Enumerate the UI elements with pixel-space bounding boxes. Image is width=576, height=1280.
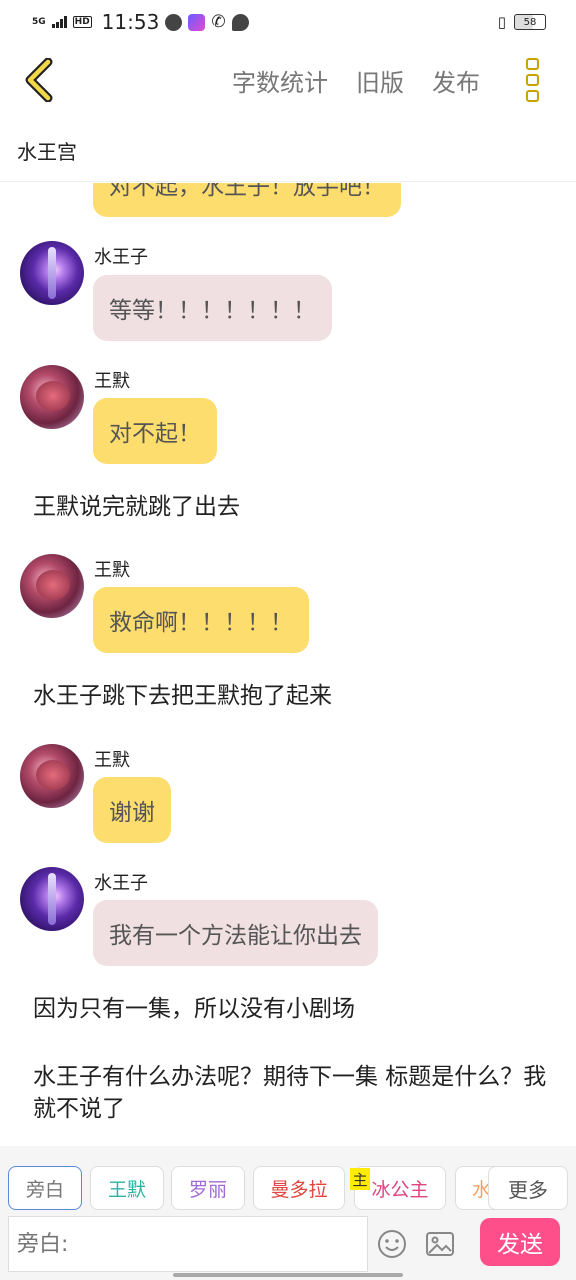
sender-name: 王默 xyxy=(94,560,130,581)
role-label: 旁白 xyxy=(25,1178,64,1201)
vibrate-icon: ▯ xyxy=(497,13,506,31)
role-label: 曼多拉 xyxy=(270,1178,328,1201)
chat-editor-screen: 5G HD 11:53 ✆ ▯ 58 字数统计 旧版 发布 水王宫 对不起，水王… xyxy=(0,0,576,1280)
top-bar: 字数统计 旧版 发布 xyxy=(0,44,576,116)
message-bubble[interactable]: 等等！！！！！！！ xyxy=(93,275,332,341)
input-bar: 发送 xyxy=(0,1214,576,1280)
role-chip-luoli[interactable]: 罗丽 xyxy=(171,1166,245,1210)
more-roles-button[interactable]: 更多 xyxy=(488,1166,568,1210)
word-count-button[interactable]: 字数统计 xyxy=(232,63,328,98)
chat-list[interactable]: 对不起，水王子！放手吧！ 水王子 等等！！！！！！！ 王默 对不起！ 王默说完就… xyxy=(0,183,576,1145)
compass-icon xyxy=(165,13,183,31)
emoji-icon[interactable] xyxy=(376,1228,408,1260)
avatar[interactable] xyxy=(20,241,84,305)
sender-name: 水王子 xyxy=(94,247,148,268)
role-label: 冰公主 xyxy=(371,1178,429,1201)
network-type: 5G xyxy=(32,16,46,27)
message-bubble[interactable]: 谢谢 xyxy=(93,777,171,843)
status-bar: 5G HD 11:53 ✆ ▯ 58 xyxy=(0,0,576,44)
clock: 11:53 xyxy=(101,10,160,34)
message-bubble[interactable]: 救命啊！！！！！ xyxy=(93,587,309,653)
sender-name: 王默 xyxy=(94,371,130,392)
signal-icon xyxy=(51,16,67,28)
narration-text[interactable]: 水王子有什么办法呢？期待下一集 标题是什么？我就不说了 xyxy=(33,1061,553,1125)
message-input[interactable] xyxy=(8,1216,368,1272)
message-icon xyxy=(231,13,249,31)
header-actions: 字数统计 旧版 发布 xyxy=(232,44,480,116)
battery-icon: 58 xyxy=(514,14,546,30)
message-bubble[interactable]: 对不起，水王子！放手吧！ xyxy=(93,183,401,217)
narration-text[interactable]: 水王子跳下去把王默抱了起来 xyxy=(33,680,553,712)
role-selector: 旁白 王默 罗丽 曼多拉 冰公主 主 水 更多 xyxy=(0,1146,576,1214)
role-chip-mandora[interactable]: 曼多拉 xyxy=(253,1166,345,1210)
role-label: 王默 xyxy=(107,1178,146,1201)
sender-name: 水王子 xyxy=(94,873,148,894)
home-indicator[interactable] xyxy=(173,1273,403,1277)
main-role-badge: 主 xyxy=(350,1168,370,1190)
send-button[interactable]: 发送 xyxy=(480,1218,560,1266)
image-icon[interactable] xyxy=(424,1228,456,1260)
hd-badge: HD xyxy=(72,16,92,28)
avatar[interactable] xyxy=(20,744,84,808)
more-menu-icon[interactable] xyxy=(526,58,540,102)
room-title: 水王宫 xyxy=(17,140,77,164)
role-label: 罗丽 xyxy=(188,1178,227,1201)
message-bubble[interactable]: 对不起！ xyxy=(93,398,217,464)
video-app-icon xyxy=(188,13,206,31)
avatar[interactable] xyxy=(20,365,84,429)
avatar[interactable] xyxy=(20,554,84,618)
publish-button[interactable]: 发布 xyxy=(432,63,480,98)
narration-text[interactable]: 王默说完就跳了出去 xyxy=(33,491,553,523)
avatar[interactable] xyxy=(20,867,84,931)
room-header: 水王宫 xyxy=(0,124,576,182)
narration-text[interactable]: 因为只有一集，所以没有小剧场 xyxy=(33,993,553,1025)
message-bubble[interactable]: 我有一个方法能让你出去 xyxy=(93,900,378,966)
role-chip-narrator[interactable]: 旁白 xyxy=(8,1166,82,1210)
old-version-button[interactable]: 旧版 xyxy=(356,63,404,98)
sender-name: 王默 xyxy=(94,750,130,771)
back-arrow-icon[interactable] xyxy=(22,58,58,102)
role-chip-wangmo[interactable]: 王默 xyxy=(90,1166,164,1210)
phone-icon: ✆ xyxy=(211,12,226,32)
